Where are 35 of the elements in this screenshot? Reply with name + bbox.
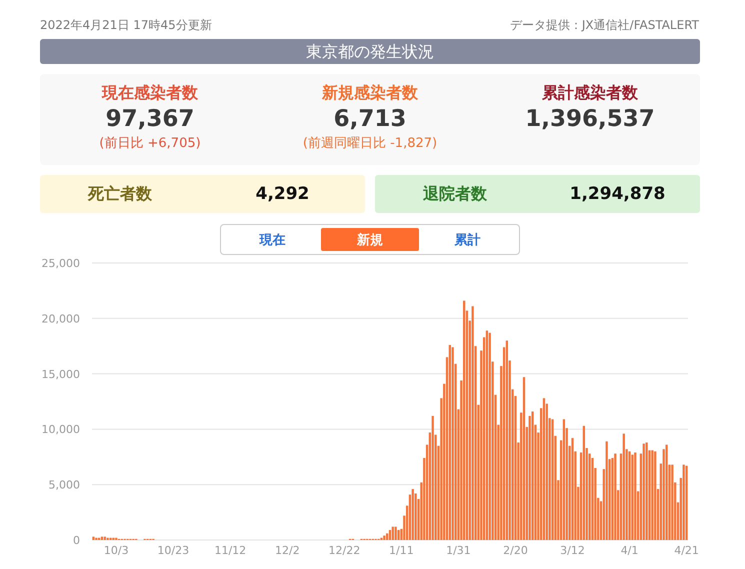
total-value: 1,294,878: [568, 184, 666, 204]
y-axis-label: 5,000: [48, 478, 80, 492]
section-title: 東京都の発生状況: [40, 39, 700, 64]
y-axis-label: 0: [73, 534, 80, 547]
update-time: 2022年4月21日 17時45分更新: [40, 17, 212, 34]
x-axis-label: 3/12: [560, 544, 585, 557]
x-axis-label: 10/23: [157, 544, 190, 557]
stat-label: 新規感染者数: [322, 83, 418, 103]
stat-label: 累計感染者数: [542, 83, 638, 103]
total-label: 退院者数: [422, 184, 488, 204]
x-axis-label: 12/2: [275, 544, 300, 557]
chart-tab[interactable]: 累計: [418, 228, 516, 251]
y-axis-label: 25,000: [42, 257, 80, 270]
total-value: 4,292: [254, 184, 310, 204]
x-axis-label: 12/22: [328, 544, 360, 557]
x-axis-label: 1/11: [389, 544, 414, 557]
stat-value: 1,396,537: [525, 105, 655, 134]
data-source: データ提供：JX通信社/FASTALERT: [510, 17, 699, 34]
x-axis-label: 10/3: [104, 544, 129, 557]
chart-tab[interactable]: 現在: [224, 228, 322, 251]
y-axis-label: 20,000: [42, 312, 80, 326]
y-axis-label: 10,000: [42, 423, 80, 436]
x-axis-label: 4/1: [620, 544, 638, 557]
chart-tab[interactable]: 新規: [321, 228, 419, 251]
x-axis-label: 11/12: [214, 544, 246, 557]
stat-change: (前週同曜日比 -1,827): [302, 135, 438, 153]
stat-value: 6,713: [334, 105, 406, 134]
total-label: 死亡者数: [86, 184, 153, 204]
x-axis-label: 1/31: [446, 544, 471, 557]
x-axis-label: 4/21: [674, 544, 699, 557]
y-axis-label: 15,000: [42, 368, 80, 381]
stat-label: 現在感染者数: [102, 83, 198, 103]
x-axis-label: 2/20: [503, 544, 528, 557]
stat-change: (前日比 +6,705): [99, 135, 201, 153]
stat-value: 97,367: [106, 105, 194, 134]
